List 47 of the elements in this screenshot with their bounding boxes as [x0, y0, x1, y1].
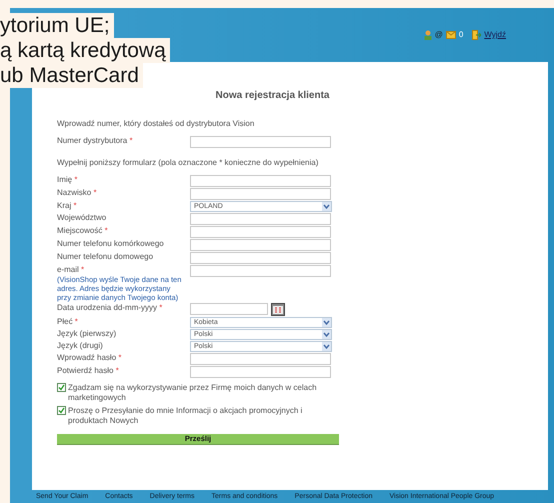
field-label: Język (drugi): [57, 340, 104, 350]
dropdown-arrow-icon: [322, 342, 331, 350]
logout-link[interactable]: Wyjdź: [484, 29, 506, 41]
field-label: Płeć *: [57, 316, 79, 326]
dropdown-arrow-icon: [322, 202, 331, 210]
form-title: Nowa rejestracja klienta: [216, 89, 330, 103]
field-label: Potwierdź hasło *: [57, 366, 120, 376]
date-field[interactable]: [190, 303, 268, 315]
envelope-icon[interactable]: [446, 31, 456, 39]
user-icon[interactable]: [424, 30, 432, 40]
exit-door-icon[interactable]: [472, 30, 482, 40]
field-label: Wprowadź hasło *: [57, 352, 122, 362]
checkbox-label: Proszę o Przesyłanie do mnie Informacji o akcjach promocyjnych i produktach Nowych: [68, 406, 304, 426]
field-label: Imię *: [57, 174, 78, 184]
text-field[interactable]: [190, 352, 331, 364]
field-label: Województwo: [57, 212, 108, 222]
text-field[interactable]: [190, 264, 331, 276]
field-label: e-mail *: [57, 264, 86, 274]
checkbox[interactable]: [57, 383, 66, 392]
field-label: Kraj *: [57, 200, 78, 210]
document-text: ub MasterCard: [0, 63, 143, 88]
field-label: Nazwisko *: [57, 188, 98, 198]
field-label: Numer telefonu domowego: [57, 252, 154, 262]
document-text: ą kartą kredytową: [0, 38, 170, 63]
dropdown-arrow-icon: [322, 318, 331, 326]
text-field[interactable]: [190, 188, 331, 200]
field-label: Numer dystrybutora *: [57, 136, 134, 146]
text-field[interactable]: [190, 252, 331, 264]
text-field[interactable]: [190, 238, 331, 250]
field-label: Język (pierwszy): [57, 328, 118, 338]
form-note: Wypełnij poniższy formularz (pola oznaczone * konieczne do wypełnienia): [57, 158, 318, 167]
field-label: Data urodzenia dd-mm-yyyy *: [57, 302, 164, 312]
text-field[interactable]: [190, 136, 331, 148]
text-field[interactable]: [190, 226, 331, 238]
mail-count: 0: [458, 29, 464, 41]
checkbox-label: Zgadzam się na wykorzystywanie przez Firmę moich danych w celach marketingowych: [68, 383, 318, 403]
text-field[interactable]: [190, 174, 331, 186]
text-field[interactable]: [190, 366, 331, 378]
calendar-icon[interactable]: [271, 302, 285, 316]
field-label: Miejscowość *: [57, 226, 109, 236]
field-label: Numer telefonu komórkowego: [57, 238, 165, 248]
checkbox[interactable]: [57, 406, 66, 415]
text-field[interactable]: [190, 212, 331, 224]
form-note: Wprowadź numer, który dostałeś od dystrybutora Vision: [57, 119, 254, 128]
at-sign[interactable]: @: [434, 29, 443, 41]
dropdown-arrow-icon: [322, 330, 331, 338]
document-text: ytorium UE;: [0, 13, 114, 38]
